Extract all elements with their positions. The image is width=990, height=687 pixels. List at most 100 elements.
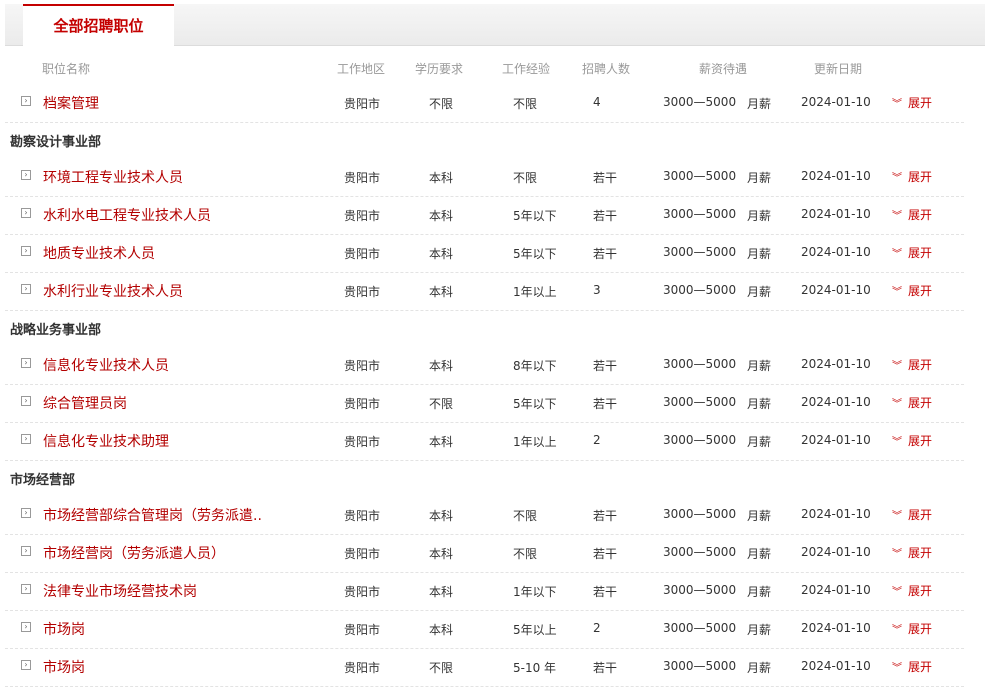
job-salary: 3000—5000	[663, 169, 737, 183]
expand-box-icon[interactable]: ›	[21, 170, 31, 180]
job-row[interactable]: › 市场经营部综合管理岗（劳务派遣.. 贵阳市 本科 不限 若干 3000—5000 月薪 20…	[5, 496, 964, 535]
job-education: 不限	[429, 661, 454, 675]
job-education: 本科	[429, 285, 454, 299]
job-salary: 3000—5000	[663, 583, 737, 597]
job-area: 贵阳市	[344, 209, 381, 223]
job-update-date: 2024-01-10	[801, 169, 871, 183]
job-row[interactable]: › 市场岗 贵阳市 不限 5-10 年若干 3000—5000 月薪 2024-01-10 ︾ 展…	[5, 648, 964, 687]
job-salary-period: 月薪	[747, 585, 772, 599]
job-update-date: 2024-01-10	[801, 433, 871, 447]
double-chevron-down-icon: ︾	[892, 663, 902, 674]
expand-label: 展开	[908, 96, 933, 110]
expand-link[interactable]: ︾ 展开	[892, 168, 932, 185]
job-title-link[interactable]: 市场岗	[43, 657, 85, 677]
job-education: 本科	[429, 359, 454, 373]
job-row[interactable]: › 综合管理员岗 贵阳市 不限 5年以下 若干 3000—5000 月薪 2024-01-10 ︾…	[5, 384, 964, 423]
expand-link[interactable]: ︾ 展开	[892, 658, 932, 675]
expand-box-icon[interactable]: ›	[21, 284, 31, 294]
job-row[interactable]: › 市场岗 贵阳市 本科 5年以上 2 3000—5000 月薪 2024-01-10 ︾ 展开	[5, 610, 964, 649]
job-row[interactable]: › 档案管理 贵阳市 不限 不限 4 3000—5000 月薪 2024-01-10 ︾ 展开	[5, 84, 964, 123]
job-title-link[interactable]: 市场经营部综合管理岗（劳务派遣..	[43, 505, 262, 525]
job-headcount: 若干	[593, 209, 618, 223]
expand-box-icon[interactable]: ›	[21, 96, 31, 106]
job-area: 贵阳市	[344, 397, 381, 411]
expand-link[interactable]: ︾ 展开	[892, 206, 932, 223]
job-title-link[interactable]: 环境工程专业技术人员	[43, 167, 183, 187]
expand-box-icon[interactable]: ›	[21, 396, 31, 406]
job-salary: 3000—5000	[663, 659, 737, 673]
expand-link[interactable]: ︾ 展开	[892, 282, 932, 299]
expand-link[interactable]: ︾ 展开	[892, 356, 932, 373]
job-salary-period: 月薪	[747, 623, 772, 637]
job-education: 本科	[429, 171, 454, 185]
job-education: 本科	[429, 509, 454, 523]
job-title-link[interactable]: 信息化专业技术人员	[43, 355, 169, 375]
job-salary-period: 月薪	[747, 661, 772, 675]
double-chevron-down-icon: ︾	[892, 587, 902, 598]
job-title-link[interactable]: 综合管理员岗	[43, 393, 127, 413]
expand-label: 展开	[908, 208, 933, 222]
job-headcount: 3	[593, 283, 601, 297]
expand-label: 展开	[908, 546, 933, 560]
expand-link[interactable]: ︾ 展开	[892, 394, 932, 411]
expand-link[interactable]: ︾ 展开	[892, 544, 932, 561]
double-chevron-down-icon: ︾	[892, 287, 902, 298]
job-row[interactable]: › 环境工程专业技术人员 贵阳市 本科 不限 若干 3000—5000 月薪 2024-01-1…	[5, 158, 964, 197]
job-area: 贵阳市	[344, 247, 381, 261]
job-headcount: 若干	[593, 247, 618, 261]
job-update-date: 2024-01-10	[801, 507, 871, 521]
job-experience: 5年以下	[513, 397, 557, 411]
tab-bar: 全部招聘职位	[5, 4, 985, 46]
expand-box-icon[interactable]: ›	[21, 546, 31, 556]
expand-link[interactable]: ︾ 展开	[892, 582, 932, 599]
expand-label: 展开	[908, 622, 933, 636]
double-chevron-down-icon: ︾	[892, 625, 902, 636]
expand-box-icon[interactable]: ›	[21, 208, 31, 218]
job-headcount: 若干	[593, 547, 618, 561]
tab-all-positions[interactable]: 全部招聘职位	[23, 4, 174, 46]
expand-box-icon[interactable]: ›	[21, 622, 31, 632]
job-row[interactable]: › 水利水电工程专业技术人员 贵阳市 本科 5年以下 若干 3000—5000 月薪 2024-…	[5, 196, 964, 235]
job-row[interactable]: › 地质专业技术人员 贵阳市 本科 5年以下 若干 3000—5000 月薪 2024-01-1…	[5, 234, 964, 273]
double-chevron-down-icon: ︾	[892, 549, 902, 560]
job-update-date: 2024-01-10	[801, 659, 871, 673]
job-headcount: 若干	[593, 585, 618, 599]
job-update-date: 2024-01-10	[801, 245, 871, 259]
double-chevron-down-icon: ︾	[892, 361, 902, 372]
job-education: 本科	[429, 209, 454, 223]
job-headcount: 若干	[593, 509, 618, 523]
expand-link[interactable]: ︾ 展开	[892, 432, 932, 449]
job-row[interactable]: › 水利行业专业技术人员 贵阳市 本科 1年以上 3 3000—5000 月薪 2024-01-…	[5, 272, 964, 311]
job-title-link[interactable]: 市场岗	[43, 619, 85, 639]
expand-link[interactable]: ︾ 展开	[892, 94, 932, 111]
job-area: 贵阳市	[344, 585, 381, 599]
expand-box-icon[interactable]: ›	[21, 508, 31, 518]
job-row[interactable]: › 市场经营岗（劳务派遣人员） 贵阳市 本科 不限 若干 3000—5000 月薪 2024-0…	[5, 534, 964, 573]
job-title-link[interactable]: 市场经营岗（劳务派遣人员）	[43, 543, 225, 563]
job-title-link[interactable]: 水利水电工程专业技术人员	[43, 205, 211, 225]
job-update-date: 2024-01-10	[801, 283, 871, 297]
expand-link[interactable]: ︾ 展开	[892, 620, 932, 637]
expand-link[interactable]: ︾ 展开	[892, 506, 932, 523]
job-update-date: 2024-01-10	[801, 357, 871, 371]
job-salary-period: 月薪	[747, 97, 772, 111]
job-row[interactable]: › 信息化专业技术人员 贵阳市 本科 8年以下 若干 3000—5000 月薪 2024-01-…	[5, 346, 964, 385]
job-title-link[interactable]: 信息化专业技术助理	[43, 431, 169, 451]
section-heading: 战略业务事业部	[10, 323, 102, 338]
double-chevron-down-icon: ︾	[892, 249, 902, 260]
header-work-area: 工作地区	[337, 62, 386, 76]
expand-box-icon[interactable]: ›	[21, 584, 31, 594]
expand-link[interactable]: ︾ 展开	[892, 244, 932, 261]
double-chevron-down-icon: ︾	[892, 399, 902, 410]
job-title-link[interactable]: 水利行业专业技术人员	[43, 281, 183, 301]
job-title-link[interactable]: 档案管理	[43, 93, 99, 113]
double-chevron-down-icon: ︾	[892, 99, 902, 110]
expand-box-icon[interactable]: ›	[21, 358, 31, 368]
expand-box-icon[interactable]: ›	[21, 246, 31, 256]
job-row[interactable]: › 法律专业市场经营技术岗 贵阳市 本科 1年以下 若干 3000—5000 月薪 2024-0…	[5, 572, 964, 611]
expand-box-icon[interactable]: ›	[21, 434, 31, 444]
job-title-link[interactable]: 法律专业市场经营技术岗	[43, 581, 197, 601]
job-title-link[interactable]: 地质专业技术人员	[43, 243, 155, 263]
job-row[interactable]: › 信息化专业技术助理 贵阳市 本科 1年以上 2 3000—5000 月薪 2024-01-1…	[5, 422, 964, 461]
job-salary-period: 月薪	[747, 509, 772, 523]
